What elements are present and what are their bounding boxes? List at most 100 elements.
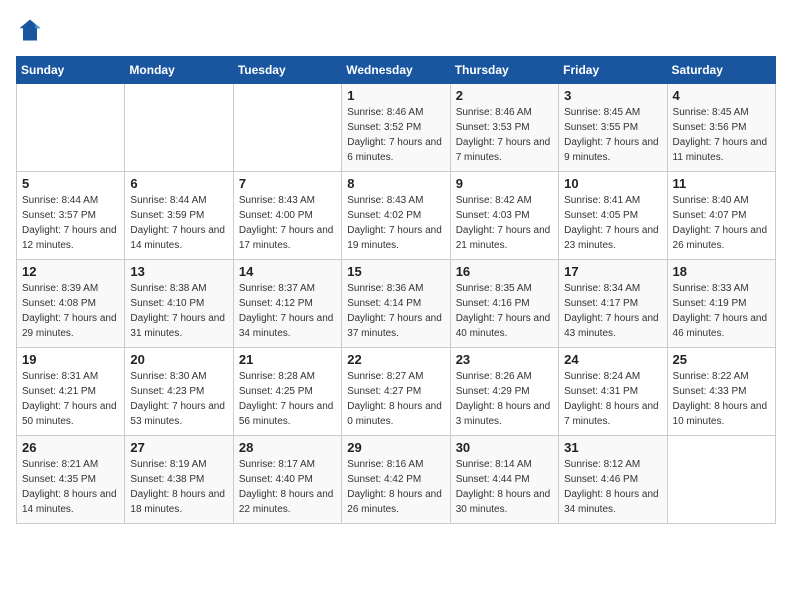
day-number: 5 [22,176,119,191]
day-info: Sunrise: 8:26 AMSunset: 4:29 PMDaylight:… [456,369,553,429]
day-info: Sunrise: 8:30 AMSunset: 4:23 PMDaylight:… [130,369,227,429]
day-number: 24 [564,352,661,367]
day-number: 30 [456,440,553,455]
day-info: Sunrise: 8:31 AMSunset: 4:21 PMDaylight:… [22,369,119,429]
day-number: 15 [347,264,444,279]
day-info: Sunrise: 8:12 AMSunset: 4:46 PMDaylight:… [564,457,661,517]
day-number: 18 [673,264,770,279]
day-number: 16 [456,264,553,279]
calendar-day-cell: 18 Sunrise: 8:33 AMSunset: 4:19 PMDayligh… [667,260,775,348]
day-info: Sunrise: 8:34 AMSunset: 4:17 PMDaylight:… [564,281,661,341]
day-number: 28 [239,440,336,455]
day-info: Sunrise: 8:39 AMSunset: 4:08 PMDaylight:… [22,281,119,341]
weekday-header: Friday [559,57,667,84]
logo [16,16,48,44]
day-number: 3 [564,88,661,103]
day-info: Sunrise: 8:28 AMSunset: 4:25 PMDaylight:… [239,369,336,429]
weekday-header: Tuesday [233,57,341,84]
day-info: Sunrise: 8:19 AMSunset: 4:38 PMDaylight:… [130,457,227,517]
day-info: Sunrise: 8:43 AMSunset: 4:02 PMDaylight:… [347,193,444,253]
logo-icon [16,16,44,44]
day-number: 31 [564,440,661,455]
day-number: 8 [347,176,444,191]
day-number: 23 [456,352,553,367]
calendar-day-cell: 5 Sunrise: 8:44 AMSunset: 3:57 PMDaylight… [17,172,125,260]
calendar-day-cell [125,84,233,172]
calendar-day-cell: 1 Sunrise: 8:46 AMSunset: 3:52 PMDaylight… [342,84,450,172]
day-number: 2 [456,88,553,103]
day-info: Sunrise: 8:46 AMSunset: 3:52 PMDaylight:… [347,105,444,165]
day-number: 22 [347,352,444,367]
calendar-day-cell: 30 Sunrise: 8:14 AMSunset: 4:44 PMDayligh… [450,436,558,524]
weekday-header: Sunday [17,57,125,84]
day-info: Sunrise: 8:24 AMSunset: 4:31 PMDaylight:… [564,369,661,429]
day-info: Sunrise: 8:14 AMSunset: 4:44 PMDaylight:… [456,457,553,517]
day-info: Sunrise: 8:44 AMSunset: 3:59 PMDaylight:… [130,193,227,253]
day-number: 1 [347,88,444,103]
calendar-week-row: 5 Sunrise: 8:44 AMSunset: 3:57 PMDaylight… [17,172,776,260]
calendar-day-cell: 26 Sunrise: 8:21 AMSunset: 4:35 PMDayligh… [17,436,125,524]
calendar-day-cell: 31 Sunrise: 8:12 AMSunset: 4:46 PMDayligh… [559,436,667,524]
calendar-day-cell: 4 Sunrise: 8:45 AMSunset: 3:56 PMDaylight… [667,84,775,172]
day-info: Sunrise: 8:35 AMSunset: 4:16 PMDaylight:… [456,281,553,341]
calendar-table: SundayMondayTuesdayWednesdayThursdayFrid… [16,56,776,524]
calendar-header: SundayMondayTuesdayWednesdayThursdayFrid… [17,57,776,84]
calendar-day-cell: 9Sunrise: 8:42 AMSunset: 4:03 PMDaylight… [450,172,558,260]
day-info: Sunrise: 8:45 AMSunset: 3:55 PMDaylight:… [564,105,661,165]
calendar-day-cell: 20 Sunrise: 8:30 AMSunset: 4:23 PMDayligh… [125,348,233,436]
calendar-day-cell [667,436,775,524]
calendar-day-cell: 7 Sunrise: 8:43 AMSunset: 4:00 PMDaylight… [233,172,341,260]
calendar-week-row: 1 Sunrise: 8:46 AMSunset: 3:52 PMDaylight… [17,84,776,172]
page-header [16,16,776,44]
calendar-day-cell: 14Sunrise: 8:37 AMSunset: 4:12 PMDayligh… [233,260,341,348]
day-number: 19 [22,352,119,367]
day-number: 17 [564,264,661,279]
calendar-day-cell: 25Sunrise: 8:22 AMSunset: 4:33 PMDayligh… [667,348,775,436]
calendar-day-cell: 3 Sunrise: 8:45 AMSunset: 3:55 PMDaylight… [559,84,667,172]
calendar-day-cell: 27 Sunrise: 8:19 AMSunset: 4:38 PMDayligh… [125,436,233,524]
calendar-day-cell: 17 Sunrise: 8:34 AMSunset: 4:17 PMDayligh… [559,260,667,348]
day-number: 9 [456,176,553,191]
day-info: Sunrise: 8:45 AMSunset: 3:56 PMDaylight:… [673,105,770,165]
day-info: Sunrise: 8:22 AMSunset: 4:33 PMDaylight:… [673,369,770,429]
calendar-day-cell: 11 Sunrise: 8:40 AMSunset: 4:07 PMDayligh… [667,172,775,260]
calendar-week-row: 26 Sunrise: 8:21 AMSunset: 4:35 PMDayligh… [17,436,776,524]
calendar-day-cell: 29 Sunrise: 8:16 AMSunset: 4:42 PMDayligh… [342,436,450,524]
calendar-week-row: 19 Sunrise: 8:31 AMSunset: 4:21 PMDayligh… [17,348,776,436]
calendar-day-cell: 8 Sunrise: 8:43 AMSunset: 4:02 PMDaylight… [342,172,450,260]
day-number: 12 [22,264,119,279]
weekday-header: Wednesday [342,57,450,84]
day-info: Sunrise: 8:40 AMSunset: 4:07 PMDaylight:… [673,193,770,253]
day-info: Sunrise: 8:17 AMSunset: 4:40 PMDaylight:… [239,457,336,517]
day-info: Sunrise: 8:43 AMSunset: 4:00 PMDaylight:… [239,193,336,253]
calendar-day-cell: 15 Sunrise: 8:36 AMSunset: 4:14 PMDayligh… [342,260,450,348]
day-info: Sunrise: 8:21 AMSunset: 4:35 PMDaylight:… [22,457,119,517]
calendar-day-cell: 13Sunrise: 8:38 AMSunset: 4:10 PMDayligh… [125,260,233,348]
day-number: 26 [22,440,119,455]
calendar-day-cell: 22Sunrise: 8:27 AMSunset: 4:27 PMDayligh… [342,348,450,436]
day-info: Sunrise: 8:38 AMSunset: 4:10 PMDaylight:… [130,281,227,341]
calendar-day-cell [17,84,125,172]
weekday-header: Thursday [450,57,558,84]
day-info: Sunrise: 8:33 AMSunset: 4:19 PMDaylight:… [673,281,770,341]
calendar-day-cell: 16 Sunrise: 8:35 AMSunset: 4:16 PMDayligh… [450,260,558,348]
calendar-day-cell: 6Sunrise: 8:44 AMSunset: 3:59 PMDaylight… [125,172,233,260]
day-info: Sunrise: 8:46 AMSunset: 3:53 PMDaylight:… [456,105,553,165]
day-info: Sunrise: 8:16 AMSunset: 4:42 PMDaylight:… [347,457,444,517]
day-info: Sunrise: 8:44 AMSunset: 3:57 PMDaylight:… [22,193,119,253]
day-number: 21 [239,352,336,367]
calendar-day-cell: 2 Sunrise: 8:46 AMSunset: 3:53 PMDaylight… [450,84,558,172]
day-number: 20 [130,352,227,367]
day-number: 29 [347,440,444,455]
day-info: Sunrise: 8:36 AMSunset: 4:14 PMDaylight:… [347,281,444,341]
calendar-day-cell: 12 Sunrise: 8:39 AMSunset: 4:08 PMDayligh… [17,260,125,348]
day-number: 4 [673,88,770,103]
calendar-day-cell [233,84,341,172]
day-number: 27 [130,440,227,455]
day-number: 7 [239,176,336,191]
day-number: 11 [673,176,770,191]
calendar-day-cell: 23 Sunrise: 8:26 AMSunset: 4:29 PMDayligh… [450,348,558,436]
day-number: 14 [239,264,336,279]
day-number: 10 [564,176,661,191]
calendar-day-cell: 28 Sunrise: 8:17 AMSunset: 4:40 PMDayligh… [233,436,341,524]
